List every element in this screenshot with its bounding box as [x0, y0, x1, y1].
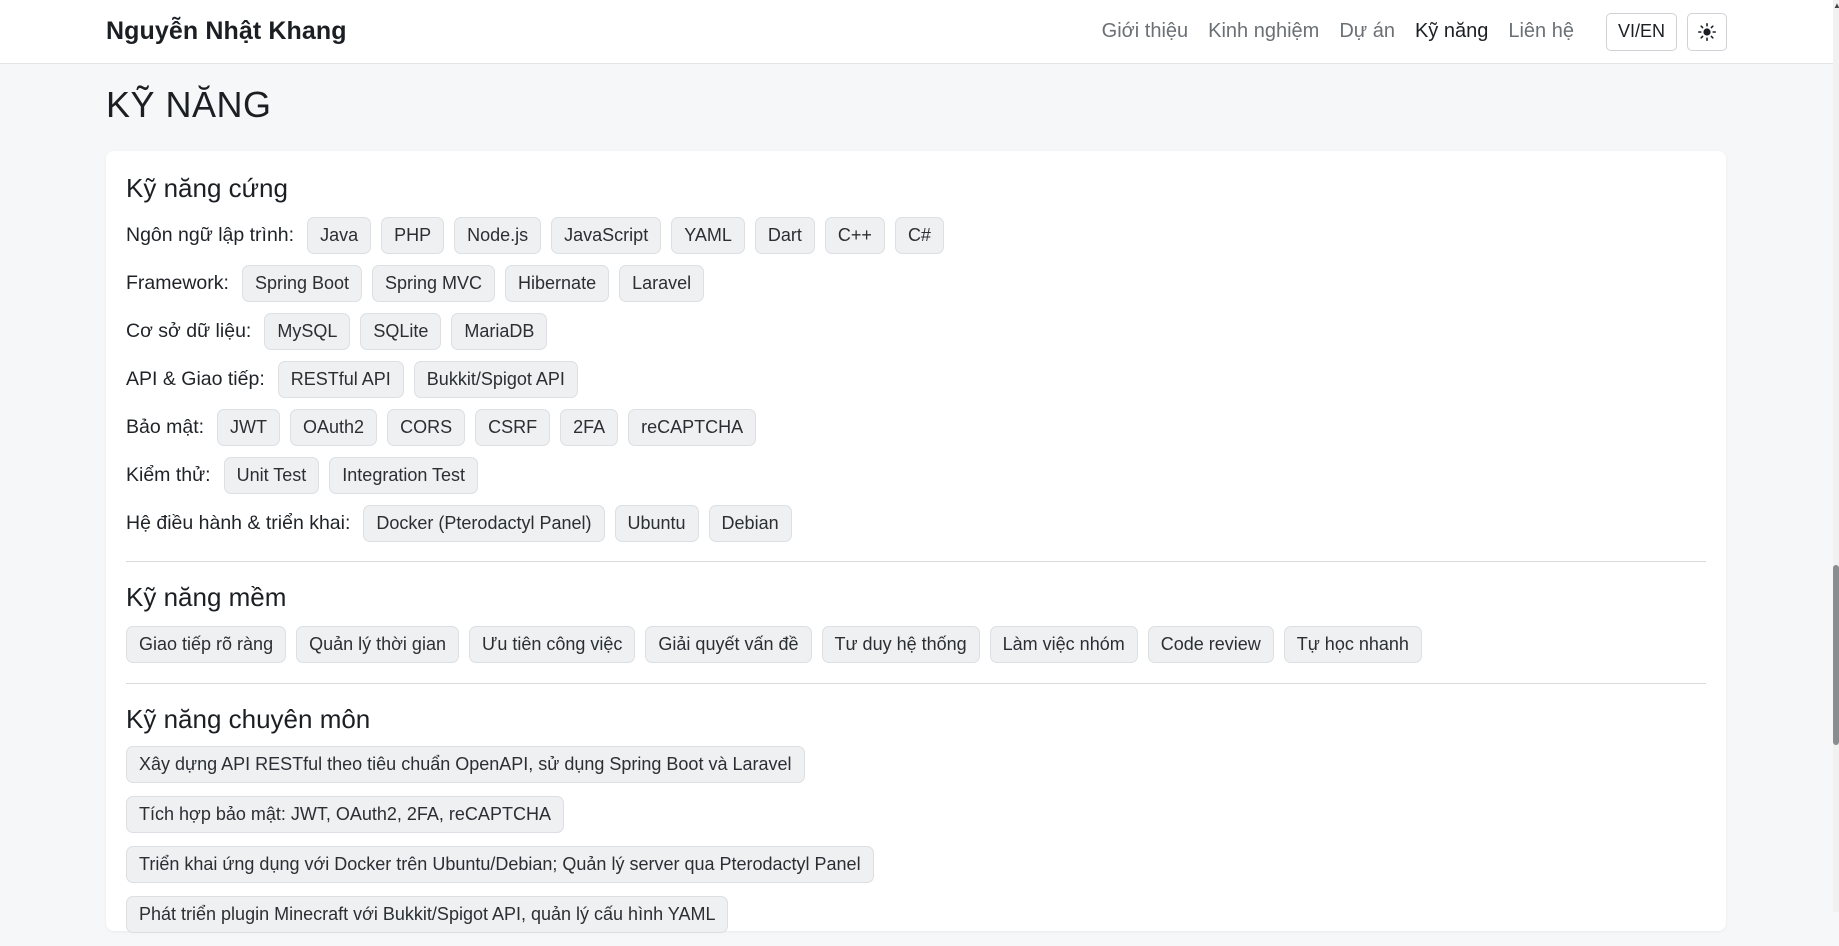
skill-chip: reCAPTCHA	[628, 408, 757, 446]
skills-card: Kỹ năng cứng Ngôn ngữ lập trình: Java PHP N…	[106, 151, 1726, 933]
skill-row: Bảo mật: JWT OAuth2 CORS CSRF 2FA reCAPTCHA	[126, 408, 1706, 446]
scrollbar-thumb[interactable]	[1833, 565, 1839, 745]
soft-skill-chip: Làm việc nhóm	[989, 626, 1138, 663]
skill-chip: Spring MVC	[372, 264, 496, 302]
professional-skill-item: Xây dựng API RESTful theo tiêu chuẩn Ope…	[126, 746, 805, 783]
language-toggle-button[interactable]: VI/EN	[1605, 12, 1677, 51]
top-navbar: Nguyễn Nhật Khang Giới thiệu Kinh nghiệm…	[0, 0, 1839, 64]
soft-skill-chip: Quản lý thời gian	[296, 626, 459, 663]
nav-kinh-nghiem[interactable]: Kinh nghiệm	[1208, 20, 1319, 43]
skill-chip: PHP	[381, 216, 445, 254]
skill-chip: CORS	[387, 408, 466, 446]
professional-skill-item: Phát triển plugin Minecraft với Bukkit/S…	[126, 896, 729, 933]
professional-skill-item: Tích hợp bảo mật: JWT, OAuth2, 2FA, reCA…	[126, 796, 564, 833]
brand-name[interactable]: Nguyễn Nhật Khang	[106, 17, 347, 46]
soft-skill-chip: Tự học nhanh	[1283, 626, 1422, 663]
skill-chip: Laravel	[619, 264, 705, 302]
skill-chip: MySQL	[264, 312, 351, 350]
skill-chip: YAML	[671, 216, 745, 254]
skill-chip: JWT	[217, 408, 281, 446]
skill-chip: MariaDB	[451, 312, 548, 350]
skill-row-label: API & Giao tiếp:	[126, 367, 265, 390]
section-divider	[126, 561, 1706, 562]
skill-chip: Dart	[754, 216, 815, 254]
skill-row-label: Ngôn ngữ lập trình:	[126, 223, 295, 246]
skill-row: Kiểm thử: Unit Test Integration Test	[126, 456, 1706, 494]
skill-row-label: Cơ sở dữ liệu:	[126, 319, 252, 342]
soft-skill-chip: Ưu tiên công việc	[468, 626, 636, 663]
main-nav: Giới thiệu Kinh nghiệm Dự án Kỹ năng Liê…	[1082, 12, 1727, 51]
nav-du-an[interactable]: Dự án	[1339, 20, 1395, 43]
skill-chip: Ubuntu	[614, 504, 699, 542]
theme-toggle-button[interactable]	[1687, 12, 1727, 51]
skill-chip: Docker (Pterodactyl Panel)	[363, 504, 605, 542]
scroll-up-icon[interactable]: ▲	[1833, 0, 1839, 12]
skill-chip: CSRF	[475, 408, 551, 446]
skill-row-label: Bảo mật:	[126, 415, 205, 438]
hard-skills-title: Kỹ năng cứng	[126, 173, 288, 203]
skill-chip: Unit Test	[223, 456, 320, 494]
skill-chip: C++	[824, 216, 885, 254]
skill-chip: 2FA	[560, 408, 619, 446]
page-scrollbar[interactable]: ▲	[1833, 0, 1839, 912]
professional-skill-item: Triển khai ứng dụng với Docker trên Ubun…	[126, 846, 874, 883]
soft-skill-chip: Code review	[1147, 626, 1274, 663]
skill-row-label: Kiểm thử:	[126, 463, 211, 486]
soft-skills-title: Kỹ năng mềm	[126, 582, 287, 612]
skill-chip: Java	[307, 216, 372, 254]
nav-ky-nang[interactable]: Kỹ năng	[1415, 20, 1488, 43]
nav-gioi-thieu[interactable]: Giới thiệu	[1102, 20, 1188, 43]
soft-skill-chip: Giải quyết vấn đề	[645, 626, 812, 663]
skill-row-label: Framework:	[126, 271, 229, 294]
skill-chip: Bukkit/Spigot API	[413, 360, 578, 398]
skill-chip: Integration Test	[329, 456, 479, 494]
professional-skills-list: Xây dựng API RESTful theo tiêu chuẩn Ope…	[126, 746, 1706, 946]
skill-chip: JavaScript	[551, 216, 662, 254]
page-title: KỸ NĂNG	[106, 84, 272, 125]
skill-row: Cơ sở dữ liệu: MySQL SQLite MariaDB	[126, 312, 1706, 350]
sun-icon	[1698, 22, 1716, 41]
section-divider	[126, 683, 1706, 684]
skill-chip: RESTful API	[277, 360, 404, 398]
skill-chip: Debian	[708, 504, 792, 542]
skill-row: API & Giao tiếp: RESTful API Bukkit/Spigot…	[126, 360, 1706, 398]
soft-skill-chip: Tư duy hệ thống	[821, 626, 980, 663]
skill-row: Ngôn ngữ lập trình: Java PHP Node.js JavaScr…	[126, 216, 1706, 254]
skill-chip: Hibernate	[505, 264, 610, 302]
skill-chip: C#	[894, 216, 944, 254]
skill-chip: SQLite	[360, 312, 442, 350]
skill-row: Hệ điều hành & triển khai: Docker (Pterod…	[126, 504, 1706, 542]
skill-chip: Node.js	[454, 216, 542, 254]
skill-row-label: Hệ điều hành & triển khai:	[126, 511, 351, 534]
skill-chip: OAuth2	[290, 408, 378, 446]
soft-skill-chip: Giao tiếp rõ ràng	[126, 626, 287, 663]
nav-lien-he[interactable]: Liên hệ	[1508, 20, 1574, 43]
skill-row: Framework: Spring Boot Spring MVC Hibernate…	[126, 264, 1706, 302]
skill-chip: Spring Boot	[241, 264, 362, 302]
soft-skills-list: Giao tiếp rõ ràng Quản lý thời gian Ưu tiê…	[126, 626, 1706, 663]
professional-skills-title: Kỹ năng chuyên môn	[126, 704, 371, 734]
hard-skills-list: Ngôn ngữ lập trình: Java PHP Node.js JavaScr…	[126, 216, 1706, 542]
